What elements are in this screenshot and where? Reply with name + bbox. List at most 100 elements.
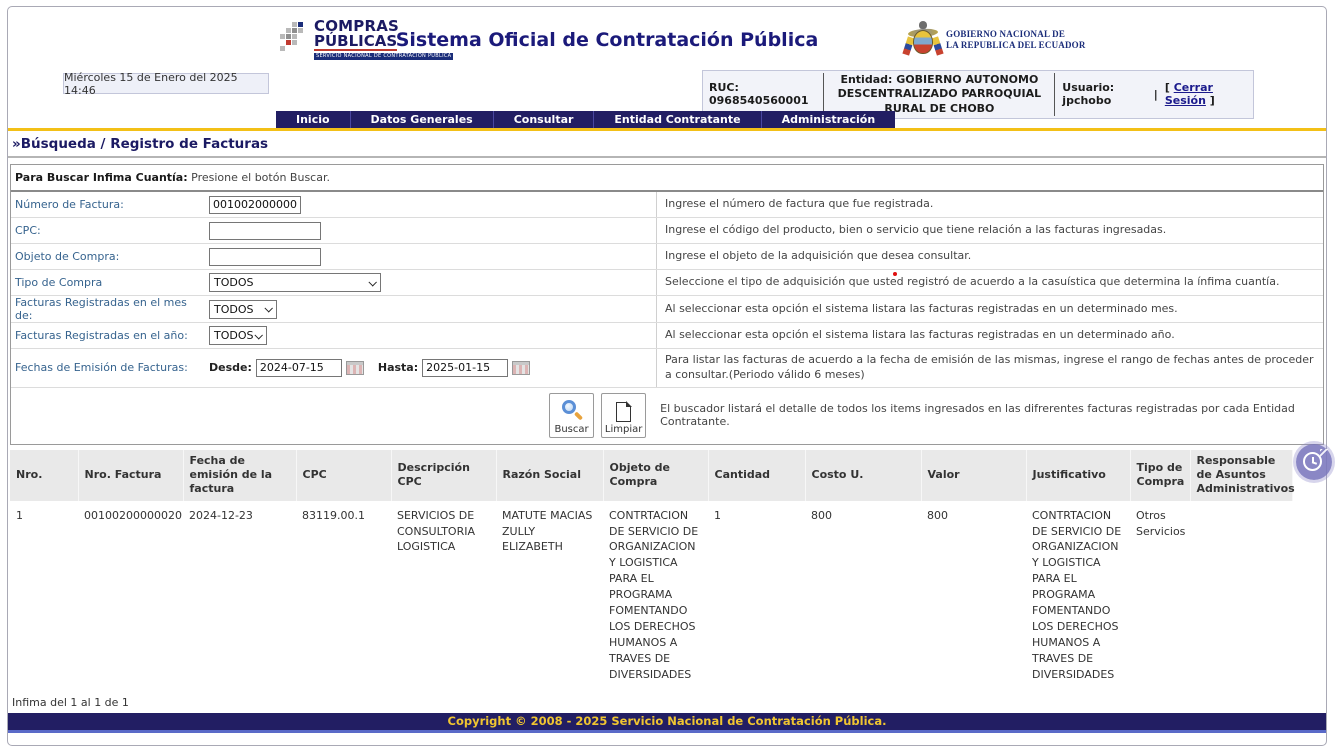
facturas-anio-select[interactable]: TODOS — [209, 326, 267, 345]
fechas-emision-label: Fechas de Emisión de Facturas: — [11, 349, 207, 387]
cell-objeto-compra: CONTRTACION DE SERVICIO DE ORGANIZACION … — [603, 501, 708, 690]
cpc-label: CPC: — [11, 218, 207, 243]
floating-clock-widget[interactable] — [1296, 444, 1332, 480]
cell-razon-social: MATUTE MACIAS ZULLY ELIZABETH — [496, 501, 603, 690]
nav-item-administracion[interactable]: Administración — [762, 111, 896, 128]
info-bar: Miércoles 15 de Enero del 2025 14:46 RUC… — [8, 69, 1326, 111]
table-header-row: Nro. Nro. Factura Fecha de emisión de la… — [10, 450, 1292, 501]
col-razon-social: Razón Social — [496, 450, 603, 501]
breadcrumb-title: »Búsqueda / Registro de Facturas — [8, 131, 1326, 158]
logout-link[interactable]: Cerrar Sesión — [1165, 81, 1213, 107]
page-main-title: Sistema Oficial de Contratación Pública — [8, 29, 1326, 51]
government-logo: GOBIERNO NACIONAL DE LA REPUBLICA DEL EC… — [906, 21, 1086, 59]
col-fecha-emision: Fecha de emisión de la factura — [183, 450, 296, 501]
nav-item-consultar[interactable]: Consultar — [494, 111, 595, 128]
form-row-mes: Facturas Registradas en el mes de: TODOS… — [11, 296, 1323, 323]
tipo-compra-label: Tipo de Compra — [11, 270, 207, 295]
objeto-compra-input[interactable] — [209, 248, 321, 266]
facturas-mes-help: Al seleccionar esta opción el sistema li… — [656, 296, 1323, 322]
nav-item-entidad-contratante[interactable]: Entidad Contratante — [594, 111, 761, 128]
compras-logo-subtext: SERVICIO NACIONAL DE CONTRATACIÓN PÚBLIC… — [314, 53, 453, 60]
col-nro: Nro. — [10, 450, 78, 501]
cell-responsable — [1190, 501, 1292, 690]
col-cantidad: Cantidad — [708, 450, 805, 501]
limpiar-button[interactable]: Limpiar — [601, 393, 646, 438]
facturas-anio-help: Al seleccionar esta opción el sistema li… — [656, 323, 1323, 348]
form-row-anio: Facturas Registradas en el año: TODOS Al… — [11, 323, 1323, 349]
divider — [823, 73, 824, 116]
form-actions: Buscar Limpiar El buscador listará el de… — [11, 388, 1323, 444]
fecha-hasta-input[interactable] — [422, 359, 508, 377]
user-label: Usuario: — [1062, 81, 1114, 94]
bracket-close: ] — [1210, 94, 1215, 107]
results-table: Nro. Nro. Factura Fecha de emisión de la… — [10, 450, 1293, 690]
form-row-tipo-compra: Tipo de Compra TODOS Seleccione el tipo … — [11, 270, 1323, 296]
objeto-compra-help: Ingrese el objeto de la adquisición que … — [656, 244, 1323, 269]
chevron-down-icon — [368, 278, 376, 286]
tipo-compra-help: Seleccione el tipo de adquisición que us… — [656, 270, 1323, 295]
buscar-button[interactable]: Buscar — [549, 393, 594, 438]
entity-label: Entidad: — [840, 73, 892, 86]
cursor-artifact-dot — [893, 272, 897, 276]
cell-nro: 1 — [10, 501, 78, 690]
col-valor: Valor — [921, 450, 1026, 501]
cell-cantidad: 1 — [708, 501, 805, 690]
cell-tipo-compra: Otros Servicios — [1130, 501, 1190, 690]
app-window: COMPRAS PÚBLICAS SERVICIO NACIONAL DE CO… — [7, 6, 1327, 746]
search-form: Para Buscar Infima Cuantía: Presione el … — [10, 164, 1324, 445]
search-icon — [561, 400, 583, 422]
col-justificativo: Justificativo — [1026, 450, 1130, 501]
ruc-value: 0968540560001 — [709, 94, 809, 107]
chevron-down-icon — [254, 331, 262, 339]
form-row-cpc: CPC: Ingrese el código del producto, bie… — [11, 218, 1323, 244]
buscador-help-text: El buscador listará el detalle de todos … — [660, 402, 1323, 428]
facturas-mes-label: Facturas Registradas en el mes de: — [11, 296, 207, 322]
header: COMPRAS PÚBLICAS SERVICIO NACIONAL DE CO… — [8, 7, 1326, 69]
facturas-mes-select[interactable]: TODOS — [209, 300, 277, 319]
form-row-numero-factura: Número de Factura: Ingrese el número de … — [11, 192, 1323, 218]
tipo-compra-select[interactable]: TODOS — [209, 273, 381, 292]
blank-page-icon — [616, 402, 631, 422]
table-row: 1 00100200000020 2024-12-23 83119.00.1 S… — [10, 501, 1292, 690]
col-cpc: CPC — [296, 450, 391, 501]
col-responsable: Responsable de Asuntos Administrativos — [1190, 450, 1292, 501]
nav-item-datos-generales[interactable]: Datos Generales — [351, 111, 494, 128]
nav-menu: Inicio Datos Generales Consultar Entidad… — [276, 111, 895, 128]
fecha-desde-input[interactable] — [256, 359, 342, 377]
pagination-status: Infima del 1 al 1 de 1 — [8, 690, 1326, 713]
col-nro-factura: Nro. Factura — [78, 450, 183, 501]
copyright-text: Copyright © 2008 - 2025 Servicio Naciona… — [448, 714, 887, 728]
calendar-icon[interactable] — [512, 361, 530, 375]
form-intro-bold: Para Buscar Infima Cuantía: — [15, 171, 188, 184]
cell-valor: 800 — [921, 501, 1026, 690]
form-intro-rest: Presione el botón Buscar. — [188, 171, 330, 184]
cell-cpc: 83119.00.1 — [296, 501, 391, 690]
user-value: jpchobo — [1062, 94, 1111, 107]
cell-nro-factura: 00100200000020 — [78, 501, 183, 690]
form-row-objeto-compra: Objeto de Compra: Ingrese el objeto de l… — [11, 244, 1323, 270]
col-descripcion-cpc: Descripción CPC — [391, 450, 496, 501]
cpc-input[interactable] — [209, 222, 321, 240]
desde-label: Desde: — [209, 361, 252, 374]
numero-factura-input[interactable] — [209, 196, 301, 214]
chevron-down-icon — [264, 304, 272, 312]
divider — [1054, 73, 1055, 116]
numero-factura-label: Número de Factura: — [11, 192, 207, 217]
ecuador-coat-of-arms-icon — [906, 21, 940, 59]
gov-text-line1: GOBIERNO NACIONAL DE — [946, 29, 1086, 40]
calendar-icon[interactable] — [346, 361, 364, 375]
cell-justificativo: CONTRTACION DE SERVICIO DE ORGANIZACION … — [1026, 501, 1130, 690]
bracket-open: [ — [1165, 81, 1170, 94]
col-objeto-compra: Objeto de Compra — [603, 450, 708, 501]
facturas-anio-label: Facturas Registradas en el año: — [11, 323, 207, 348]
ruc-label: RUC: — [709, 81, 739, 94]
nav-item-inicio[interactable]: Inicio — [276, 111, 351, 128]
cell-fecha-emision: 2024-12-23 — [183, 501, 296, 690]
hasta-label: Hasta: — [378, 361, 418, 374]
datetime-display: Miércoles 15 de Enero del 2025 14:46 — [63, 73, 269, 94]
cell-descripcion-cpc: SERVICIOS DE CONSULTORIA LOGISTICA — [391, 501, 496, 690]
col-costo-u: Costo U. — [805, 450, 921, 501]
fechas-emision-help: Para listar las facturas de acuerdo a la… — [656, 349, 1323, 387]
col-tipo-compra: Tipo de Compra — [1130, 450, 1190, 501]
objeto-compra-label: Objeto de Compra: — [11, 244, 207, 269]
